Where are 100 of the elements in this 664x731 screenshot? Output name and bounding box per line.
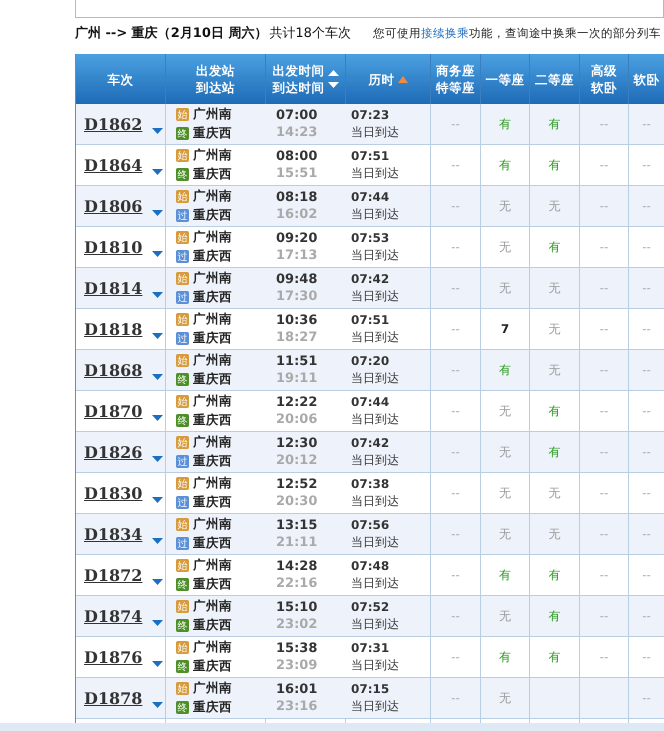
caret-down-icon[interactable]	[152, 538, 164, 544]
seat-availability: --	[451, 650, 460, 664]
caret-down-icon[interactable]	[152, 292, 164, 298]
station-tag: 终	[176, 660, 189, 673]
train-number-link[interactable]: D1814	[84, 278, 142, 298]
caret-down-icon[interactable]	[152, 128, 164, 134]
arrival-time: 23:09	[276, 658, 318, 673]
station-tag: 过	[176, 291, 189, 304]
train-number-link[interactable]: D1810	[84, 238, 142, 256]
seat-availability: --	[600, 527, 608, 541]
caret-down-icon[interactable]	[152, 456, 164, 462]
station-tag: 始	[176, 313, 189, 326]
station-tag: 始	[176, 559, 189, 572]
seat-availability: --	[642, 691, 651, 705]
arrival-time: 19:11	[276, 371, 318, 386]
seat-availability: 无	[548, 198, 560, 214]
column-header[interactable]: 出发时间 到达时间	[272, 62, 324, 96]
station-tag: 终	[176, 619, 189, 632]
duration: 07:56	[351, 518, 390, 532]
duration: 07:20	[351, 354, 390, 368]
train-number-link[interactable]: D1826	[84, 442, 142, 462]
train-number-link[interactable]: D1830	[84, 484, 142, 502]
column-header[interactable]: 车次	[108, 70, 134, 88]
station-name: 广州南	[193, 106, 232, 123]
column-header[interactable]: 商务座 特等座	[436, 62, 475, 96]
arrival-time: 20:06	[276, 412, 318, 427]
duration: 07:38	[351, 476, 390, 490]
arrival-day: 当日到达	[351, 288, 399, 304]
caret-down-icon[interactable]	[152, 579, 164, 585]
station-name: 广州南	[193, 434, 232, 451]
caret-down-icon[interactable]	[152, 333, 164, 339]
arrival-day: 当日到达	[351, 410, 399, 428]
route-title: 广州 --> 重庆（2月10日 周六）	[75, 24, 268, 42]
station-tag: 过	[176, 455, 189, 468]
station-name: 重庆西	[193, 658, 232, 675]
sort-arrows-icon[interactable]	[328, 68, 338, 90]
seat-availability: --	[451, 158, 460, 172]
seat-availability: --	[451, 240, 460, 254]
arrival-day: 当日到达	[351, 452, 399, 468]
caret-down-icon[interactable]	[152, 251, 164, 257]
column-header[interactable]: 历时	[368, 70, 394, 88]
transfer-link[interactable]: 接续换乘	[420, 26, 469, 40]
column-header[interactable]: 软卧	[634, 70, 660, 88]
station-tag: 过	[176, 496, 189, 509]
train-number-link[interactable]: D1806	[84, 196, 142, 216]
column-header[interactable]: 高级 软卧	[591, 62, 617, 96]
train-number-link[interactable]: D1872	[84, 566, 142, 584]
duration: 07:51	[351, 148, 390, 162]
seat-availability: --	[451, 322, 460, 336]
station-name: 广州南	[193, 475, 232, 492]
seat-availability: --	[642, 527, 651, 541]
arrival-time: 23:02	[276, 617, 318, 632]
seat-availability: --	[451, 199, 460, 213]
column-header[interactable]: 出发站 到达站	[196, 62, 235, 96]
seat-availability: --	[600, 609, 608, 623]
caret-down-icon[interactable]	[152, 210, 164, 216]
station-name: 广州南	[193, 188, 232, 205]
train-number-link[interactable]: D1864	[84, 156, 142, 174]
train-number-link[interactable]: D1868	[84, 360, 142, 380]
station-name: 重庆西	[193, 535, 232, 552]
arrival-day: 当日到达	[351, 656, 399, 674]
seat-availability: 无	[548, 526, 560, 542]
caret-down-icon[interactable]	[152, 169, 164, 175]
caret-down-icon[interactable]	[152, 497, 164, 503]
arrival-time: 15:51	[276, 166, 318, 181]
caret-down-icon[interactable]	[152, 702, 164, 708]
station-name: 重庆西	[193, 371, 232, 388]
seat-availability: 有	[499, 116, 511, 132]
seat-availability: 有	[548, 238, 560, 256]
departure-time: 15:10	[276, 600, 318, 615]
duration: 07:44	[351, 394, 390, 408]
station-name: 重庆西	[193, 289, 232, 306]
station-name: 广州南	[193, 557, 232, 574]
arrival-day: 当日到达	[351, 370, 399, 386]
column-header[interactable]: 二等座	[535, 70, 574, 88]
station-tag: 过	[176, 537, 189, 550]
arrival-time: 23:16	[276, 699, 318, 714]
column-header[interactable]: 一等座	[486, 70, 524, 88]
station-name: 广州南	[193, 311, 232, 328]
station-name: 广州南	[193, 598, 232, 615]
station-tag: 始	[176, 272, 189, 285]
train-number-link[interactable]: D1834	[84, 524, 142, 544]
caret-down-icon[interactable]	[152, 374, 164, 380]
train-number-link[interactable]: D1878	[84, 688, 142, 708]
train-number-link[interactable]: D1862	[84, 114, 142, 134]
station-tag: 过	[176, 250, 189, 263]
train-number-link[interactable]: D1818	[84, 320, 142, 338]
train-number-link[interactable]: D1874	[84, 606, 142, 626]
train-number-link[interactable]: D1870	[84, 402, 142, 420]
duration: 07:42	[351, 436, 390, 450]
departure-time: 15:38	[276, 641, 318, 656]
arrival-day: 当日到达	[351, 328, 399, 346]
caret-down-icon[interactable]	[152, 661, 164, 667]
seat-availability: 无	[548, 362, 560, 378]
caret-down-icon[interactable]	[152, 620, 164, 626]
seat-availability: --	[642, 486, 651, 500]
train-number-link[interactable]: D1876	[84, 648, 142, 666]
caret-down-icon[interactable]	[152, 415, 164, 421]
arrival-time: 20:12	[276, 453, 318, 468]
seat-availability: --	[642, 199, 651, 213]
